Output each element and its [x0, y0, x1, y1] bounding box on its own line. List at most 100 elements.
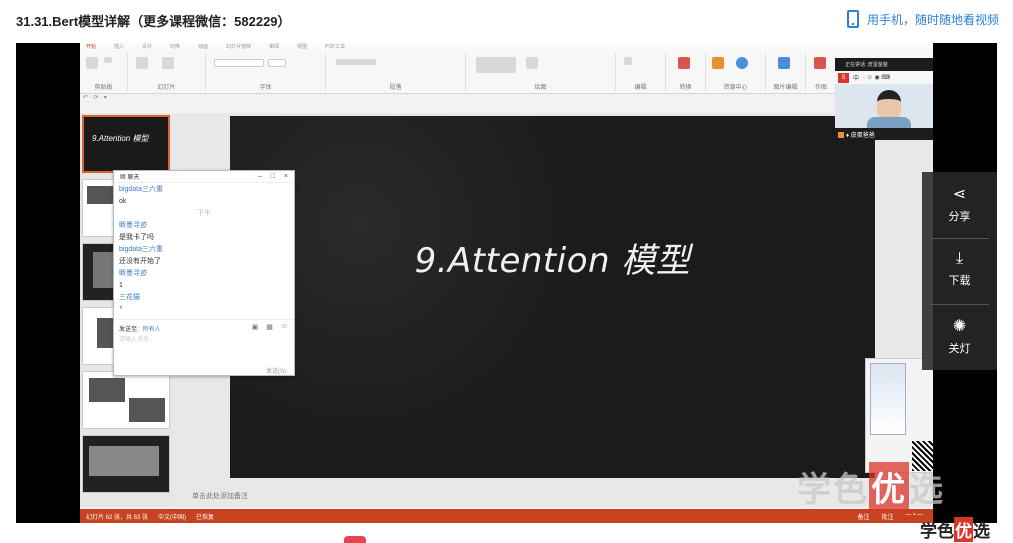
presenter-body: [867, 117, 911, 128]
folder-icon[interactable]: ▦: [266, 323, 273, 331]
slide-thumbnail[interactable]: [82, 371, 170, 429]
chat-window: ▤ 聊天 – □ × bigdata三六重 ok 下午 断墨寻迹 是我卡了吗 b…: [113, 170, 295, 376]
ribbon-tab: 设计: [142, 44, 153, 50]
ribbon-group-convert: 转换: [666, 53, 706, 91]
user-icon[interactable]: ☺: [281, 323, 288, 331]
chat-titlebar: ▤ 聊天 – □ ×: [114, 171, 294, 183]
font-size-select: [268, 59, 286, 67]
video-screen: 开始 插入 设计 切换 动画 幻灯片放映 审阅 视图 PDF工具 剪贴板 幻灯片…: [80, 43, 933, 523]
watermark-highlight: 优: [869, 462, 909, 511]
page: 31.31.Bert模型详解（更多课程微信：582229） 用手机，随时随地看视…: [0, 0, 1013, 543]
chat-username: 断墨寻迹: [119, 270, 147, 277]
ribbon-group-font: 字体: [206, 53, 326, 91]
ribbon-group-image: 图片编辑: [766, 53, 806, 91]
ppt-status-bar: 幻灯片 62 张，共 63 张 中文(中国) 已恢复 备注 批注 — ▪ —: [80, 509, 933, 523]
lights-off-label: 关灯: [948, 343, 971, 355]
chat-message: 1: [119, 304, 289, 309]
ribbon-group-label: 编辑: [634, 85, 647, 91]
share-label: 分享: [948, 211, 971, 223]
chat-input[interactable]: 请输入消息...: [119, 334, 154, 343]
maximize-icon[interactable]: □: [271, 173, 275, 180]
notes-placeholder[interactable]: 单击此处添加备注: [192, 491, 248, 501]
lights-off-button[interactable]: ✺ 关灯: [922, 304, 997, 370]
mobile-link-label: 用手机，随时随地看视频: [866, 12, 999, 27]
ribbon-tab: 开始: [86, 44, 97, 50]
chat-username: bigdata三六重: [119, 186, 163, 193]
ribbon-group-label: 剪贴板: [94, 85, 113, 91]
presenter-face: [877, 90, 901, 118]
chat-message: ok: [119, 198, 127, 205]
ribbon-group-label: 绘图: [534, 85, 547, 91]
send-button[interactable]: 发送(S): [266, 366, 286, 375]
download-icon: ⤓: [955, 250, 964, 267]
pdf-icon: [678, 57, 690, 69]
ribbon-group-chart: 作图: [806, 53, 836, 91]
align-icons: [336, 59, 376, 65]
image-icon[interactable]: ▣: [252, 323, 259, 331]
bottom-badge: [344, 536, 366, 543]
ribbon-group-label: 字体: [259, 85, 272, 91]
share-icon: ⋖: [952, 186, 967, 203]
ribbon-tab: 幻灯片放映: [226, 44, 252, 50]
thumb-sketch: [89, 378, 125, 402]
send-to-row: 发送至: 所有人: [119, 324, 161, 333]
book-cover-image: [870, 363, 906, 435]
close-icon[interactable]: ×: [284, 173, 288, 180]
chat-title: 聊天: [127, 175, 140, 181]
quick-access-bar: ↶ · ⟳ · ▾: [83, 95, 107, 101]
ime-tools-icon: · ☺ ◉ ⌨: [863, 75, 891, 81]
current-slide[interactable]: 9.Attention 模型: [230, 116, 875, 478]
ribbon-group-editing: 编辑: [616, 53, 666, 91]
mobile-view-link[interactable]: 用手机，随时随地看视频: [846, 10, 999, 28]
ribbon-tab: 视图: [297, 44, 308, 50]
ribbon-group-label: 转换: [679, 85, 692, 91]
minimize-icon[interactable]: –: [258, 173, 262, 180]
chat-username: 三花猫: [119, 294, 140, 301]
sogou-ime-icon: S: [838, 72, 849, 83]
watermark-char: 学: [797, 470, 833, 510]
ribbon-group-label: 图片编辑: [773, 85, 798, 91]
live-presenter-panel: 正在讲话: 皮蛋爸爸 S 中 · ☺ ◉ ⌨ ♦ 皮蛋爸爸: [835, 58, 933, 140]
comments-toggle[interactable]: 批注: [882, 512, 894, 521]
ppt-ribbon: 剪贴板 幻灯片 字体 段落 绘图 编辑 转换 资源中心 图片编辑 作图: [80, 50, 933, 94]
logo-char: 选: [973, 522, 990, 542]
logo-char: 学: [920, 522, 937, 542]
slide-thumbnail[interactable]: [82, 435, 170, 493]
image-edit-icon: [778, 57, 790, 69]
page-header: 31.31.Bert模型详解（更多课程微信：582229） 用手机，随时随地看视…: [0, 0, 1013, 40]
watermark-char: 色: [833, 470, 869, 510]
watermark-char: 选: [909, 470, 945, 510]
thumb-sketch: [89, 446, 159, 476]
language-status: 中文(中国): [158, 514, 187, 521]
speaking-status: 正在讲话: 皮蛋爸爸: [845, 62, 888, 68]
ime-mode: 中: [853, 76, 860, 82]
chat-footer: 发送至: 所有人 ▣ ▦ ☺ 请输入消息... 发送(S): [114, 319, 294, 377]
slide-title: 9.Attention 模型: [414, 241, 691, 281]
ribbon-group-label: 作图: [814, 85, 827, 91]
phone-icon: [846, 10, 859, 28]
ribbon-tab: 动画: [198, 44, 209, 50]
ppt-ribbon-tabs: 开始 插入 设计 切换 动画 幻灯片放映 审阅 视图 PDF工具: [80, 43, 933, 50]
live-toolbar: S 中 · ☺ ◉ ⌨: [835, 71, 933, 84]
chat-toolbar: ▣ ▦ ☺: [252, 323, 288, 331]
share-button[interactable]: ⋖ 分享: [922, 172, 997, 238]
brand-logo: 学色优选: [920, 517, 990, 542]
chat-username: 断墨寻迹: [119, 222, 147, 229]
presenter-name-bar: ♦ 皮蛋爸爸: [835, 128, 933, 140]
chat-username: bigdata三六重: [119, 246, 163, 253]
side-action-panel: ⋖ 分享 ⤓ 下载 ✺ 关灯: [922, 172, 997, 370]
notes-toggle[interactable]: 备注: [858, 512, 870, 521]
download-button[interactable]: ⤓ 下载: [922, 238, 997, 304]
ribbon-group-label: 幻灯片: [157, 85, 176, 91]
ribbon-group-drawing: 绘图: [466, 53, 616, 91]
video-player[interactable]: 开始 插入 设计 切换 动画 幻灯片放映 审阅 视图 PDF工具 剪贴板 幻灯片…: [16, 43, 997, 523]
slide-thumbnail-selected[interactable]: 9.Attention 模型: [82, 115, 170, 173]
ribbon-tab: 插入: [114, 44, 125, 50]
send-to-select[interactable]: 所有人: [143, 327, 161, 333]
logo-highlight: 优: [954, 517, 973, 542]
book-advertisement[interactable]: [865, 358, 933, 473]
thumbnail-title: 9.Attention 模型: [92, 134, 149, 143]
find-icon: [624, 57, 632, 65]
ribbon-group-label: 资源中心: [723, 85, 748, 91]
layout-icon: [162, 57, 174, 69]
